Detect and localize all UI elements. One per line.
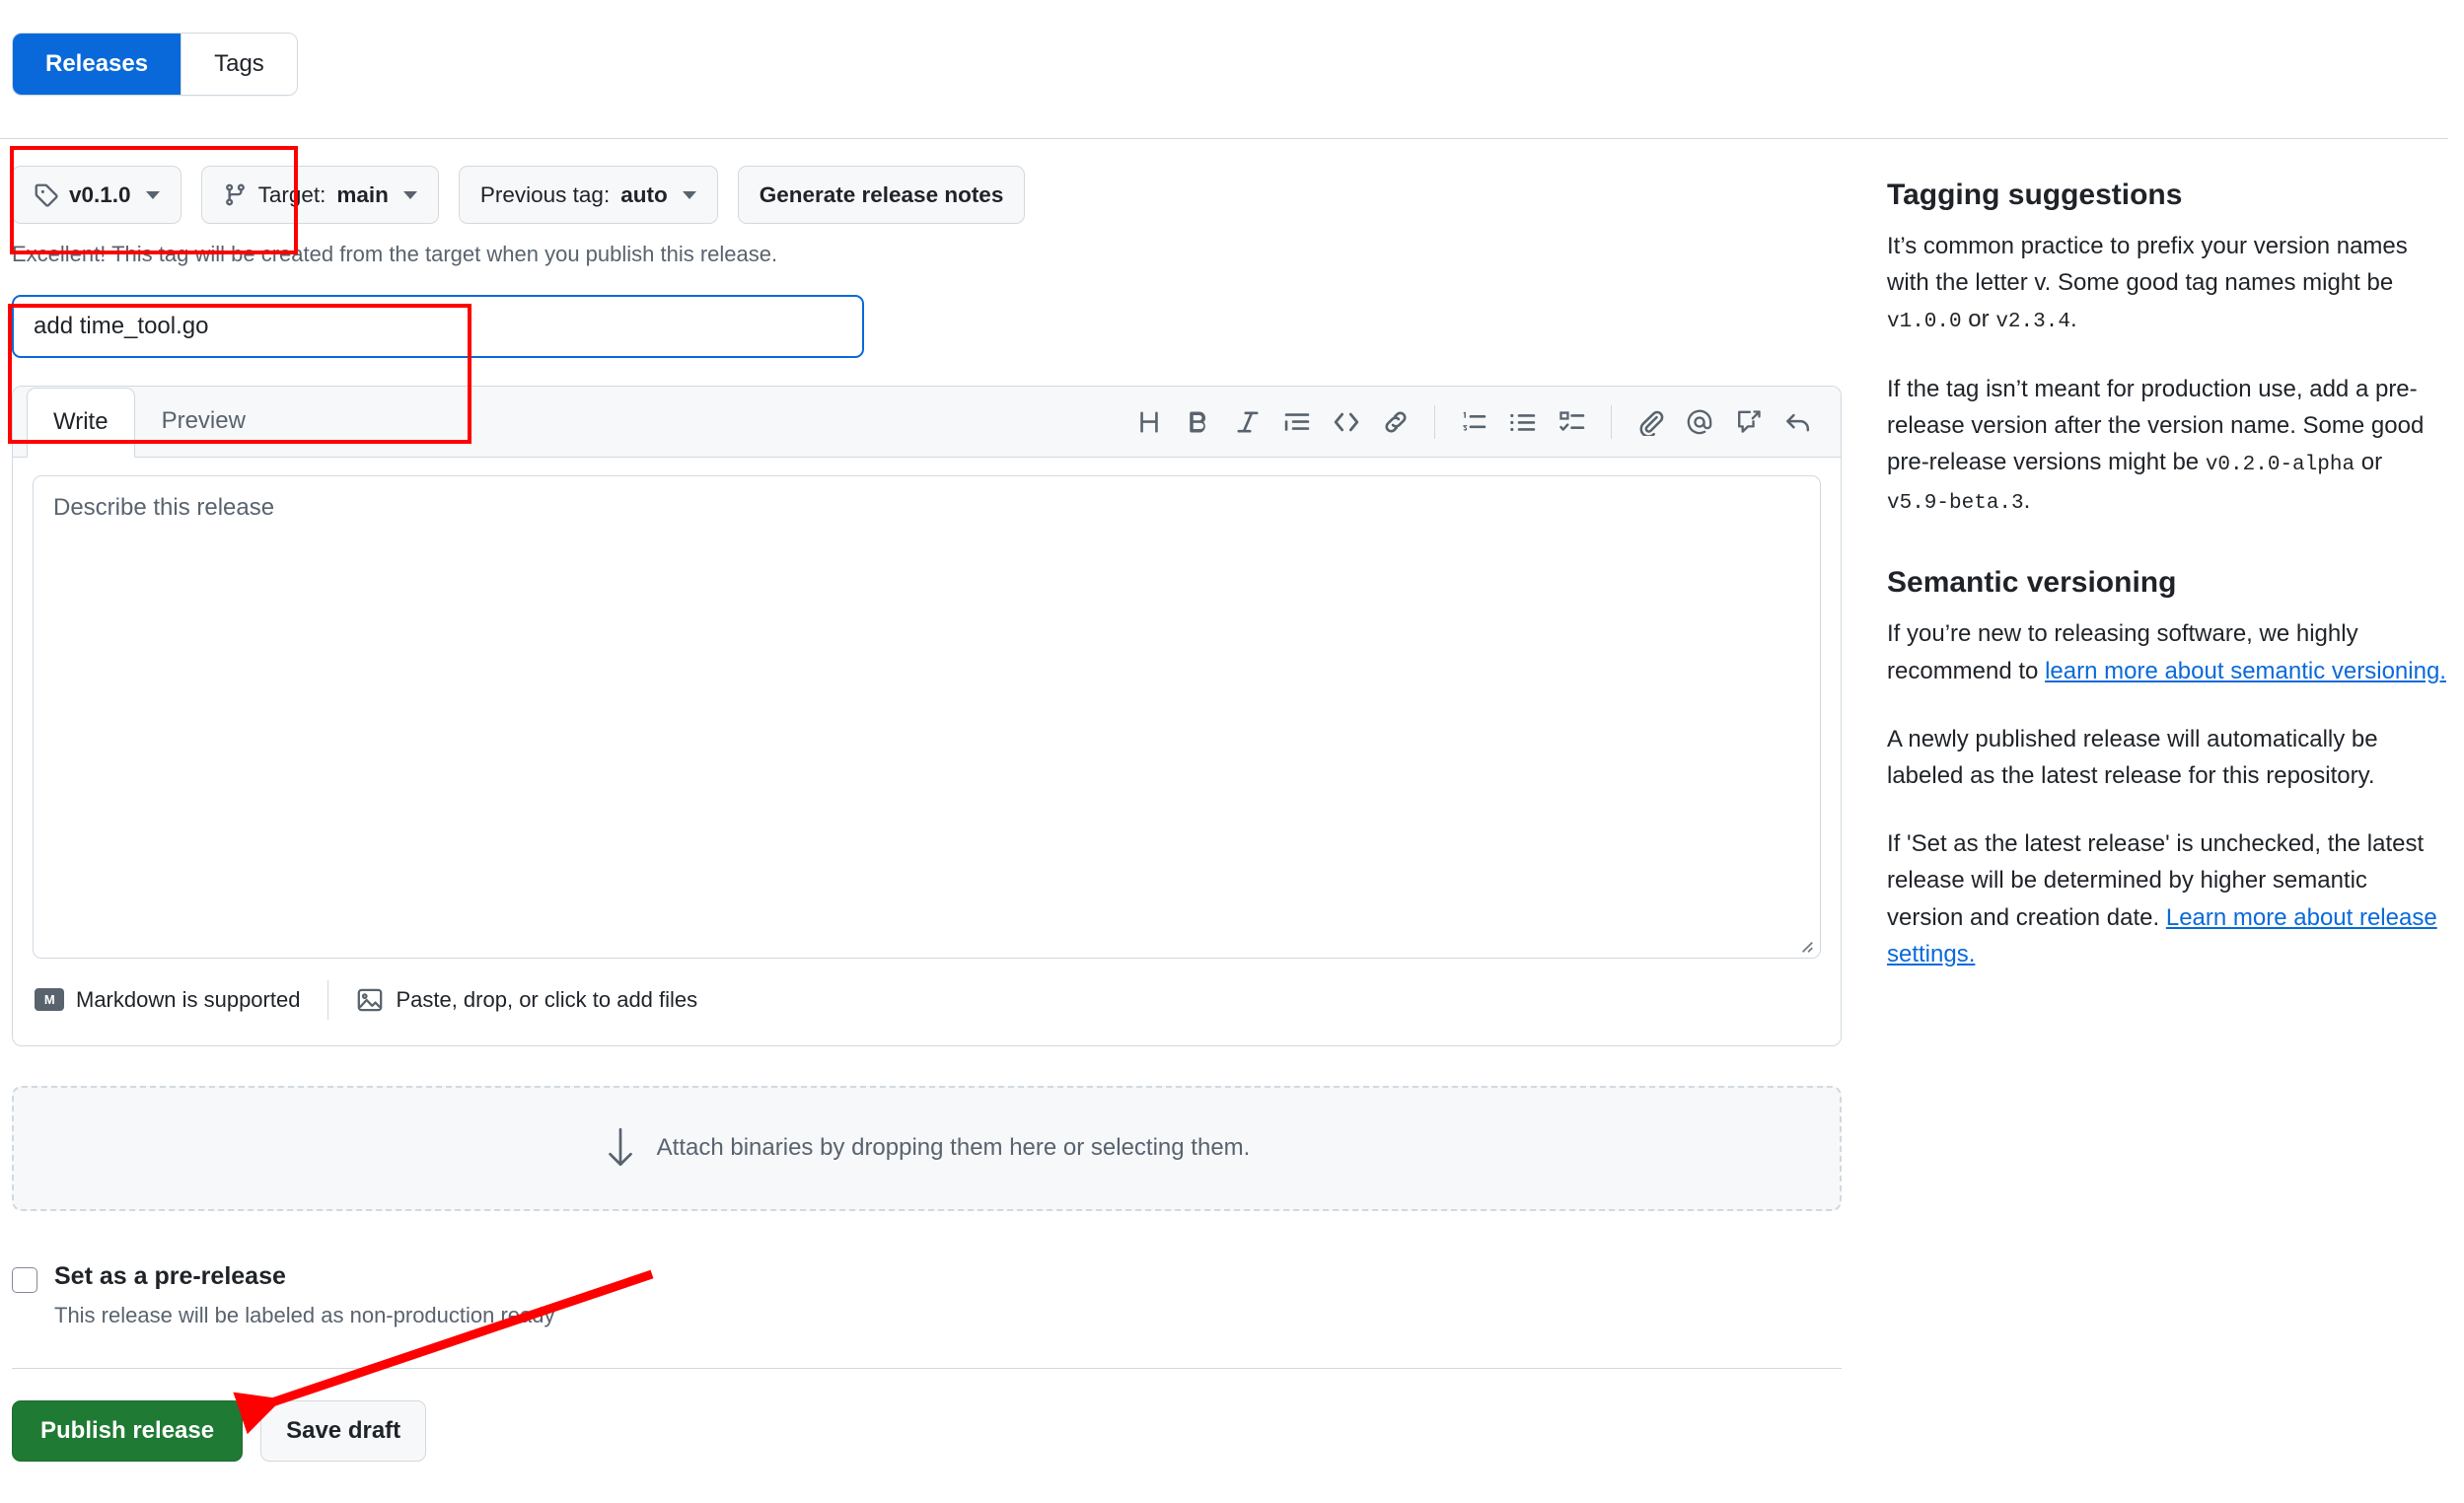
actions-divider [12, 1367, 1842, 1369]
tagging-suggestions-paragraph-1: It’s common practice to prefix your vers… [1887, 228, 2449, 339]
saved-reply-icon[interactable] [1724, 397, 1774, 447]
target-branch-button[interactable]: Target: main [200, 166, 439, 224]
save-draft-button[interactable]: Save draft [260, 1399, 427, 1462]
semantic-versioning-link[interactable]: learn more about semantic versioning. [2045, 658, 2446, 684]
sidebar: Tagging suggestions It’s common practice… [1887, 176, 2449, 972]
prerelease-label[interactable]: Set as a pre-release [54, 1262, 286, 1291]
tagging-p2-text-c: . [2023, 486, 2031, 514]
tag-icon [34, 182, 58, 207]
release-description-textarea[interactable] [33, 474, 1821, 959]
quote-icon[interactable] [1272, 397, 1322, 447]
heading-icon[interactable] [1124, 397, 1174, 447]
prerelease-row: Set as a pre-release [12, 1262, 1842, 1293]
markdown-icon: M [35, 988, 64, 1012]
editor-tabs: Write Preview [27, 387, 272, 458]
release-meta-row: v0.1.0 Target: main Previous tag: auto G… [12, 166, 1842, 224]
release-create-page: Releases Tags v0.1.0 Target: main Previo… [0, 0, 2464, 1503]
reply-icon[interactable] [1774, 397, 1823, 447]
editor-footer: M Markdown is supported Paste, drop, or … [13, 959, 1841, 1045]
chevron-down-icon [402, 190, 417, 199]
editor-toolbar [1124, 397, 1823, 447]
generate-release-notes-label: Generate release notes [759, 181, 1004, 207]
task-list-icon[interactable] [1548, 397, 1597, 447]
tagging-suggestions-paragraph-2: If the tag isn’t meant for production us… [1887, 371, 2449, 520]
semver-paragraph-1: If you’re new to releasing software, we … [1887, 615, 2449, 688]
mention-icon[interactable] [1675, 397, 1724, 447]
italic-icon[interactable] [1223, 397, 1272, 447]
tagging-p1-text-a: It’s common practice to prefix your vers… [1887, 233, 2408, 297]
releases-tags-toggle: Releases Tags [12, 33, 298, 96]
header-divider [0, 138, 2448, 139]
tagging-p1-text-b: or [1961, 306, 1996, 333]
main-column: v0.1.0 Target: main Previous tag: auto G… [12, 166, 1842, 1462]
markdown-supported-label: Markdown is supported [76, 986, 301, 1012]
tagging-p1-code-2: v2.3.4 [1995, 311, 2070, 334]
tab-preview[interactable]: Preview [135, 387, 272, 457]
semver-paragraph-2: A newly published release will automatic… [1887, 725, 2378, 789]
binaries-dropzone[interactable]: Attach binaries by dropping them here or… [12, 1085, 1842, 1211]
tagging-p1-code-1: v1.0.0 [1887, 311, 1962, 334]
toolbar-divider [1434, 404, 1435, 439]
segmented-control: Releases Tags [12, 33, 298, 96]
actions-row: Publish release Save draft [12, 1399, 1842, 1462]
code-icon[interactable] [1322, 397, 1371, 447]
bold-icon[interactable] [1174, 397, 1223, 447]
tagging-p1-text-c: . [2069, 306, 2077, 333]
editor-body [13, 457, 1841, 959]
dropzone-label: Attach binaries by dropping them here or… [656, 1134, 1251, 1162]
prerelease-description: This release will be labeled as non-prod… [54, 1302, 555, 1327]
unordered-list-icon[interactable] [1498, 397, 1548, 447]
target-value-label: main [336, 181, 389, 207]
tagging-p2-code-1: v0.2.0-alpha [2205, 454, 2355, 477]
release-description-editor: Write Preview Describe this release M Ma… [12, 385, 1842, 1046]
choose-tag-button[interactable]: v0.1.0 [12, 166, 181, 224]
add-files-label: Paste, drop, or click to add files [396, 986, 698, 1012]
choose-tag-label: v0.1.0 [69, 181, 131, 207]
image-icon [356, 986, 384, 1014]
markdown-supported-note[interactable]: M Markdown is supported [35, 987, 300, 1013]
down-arrow-icon [604, 1125, 637, 1171]
add-files-control[interactable]: Paste, drop, or click to add files [356, 986, 697, 1014]
toolbar-divider [1611, 404, 1612, 439]
target-prefix-label: Target: [257, 181, 326, 207]
release-title-input[interactable] [12, 294, 864, 358]
chevron-down-icon [682, 190, 696, 199]
semantic-versioning-heading: Semantic versioning [1887, 566, 2177, 600]
generate-release-notes-button[interactable]: Generate release notes [737, 166, 1026, 224]
tab-write[interactable]: Write [27, 387, 135, 458]
prerelease-checkbox[interactable] [12, 1266, 37, 1293]
chevron-down-icon [145, 190, 160, 199]
editor-header: Write Preview [13, 386, 1841, 458]
tagging-p2-code-2: v5.9-beta.3 [1887, 491, 2024, 515]
link-icon[interactable] [1371, 397, 1420, 447]
tagging-p2-text-b: or [2355, 449, 2383, 476]
git-branch-icon [223, 182, 248, 207]
semver-paragraph-3: If 'Set as the latest release' is unchec… [1887, 825, 2449, 972]
publish-release-button[interactable]: Publish release [12, 1399, 244, 1462]
attachment-icon[interactable] [1626, 397, 1675, 447]
previous-tag-prefix-label: Previous tag: [479, 181, 611, 207]
ordered-list-icon[interactable] [1449, 397, 1498, 447]
previous-tag-button[interactable]: Previous tag: auto [458, 166, 718, 224]
tab-releases[interactable]: Releases [13, 34, 181, 95]
prerelease-section: Set as a pre-release This release will b… [12, 1262, 1842, 1328]
footer-divider [327, 979, 329, 1020]
tag-helper-text: Excellent! This tag will be created from… [12, 242, 778, 266]
tagging-suggestions-heading: Tagging suggestions [1887, 179, 2183, 211]
tab-tags[interactable]: Tags [181, 34, 297, 95]
previous-tag-value-label: auto [620, 181, 668, 207]
